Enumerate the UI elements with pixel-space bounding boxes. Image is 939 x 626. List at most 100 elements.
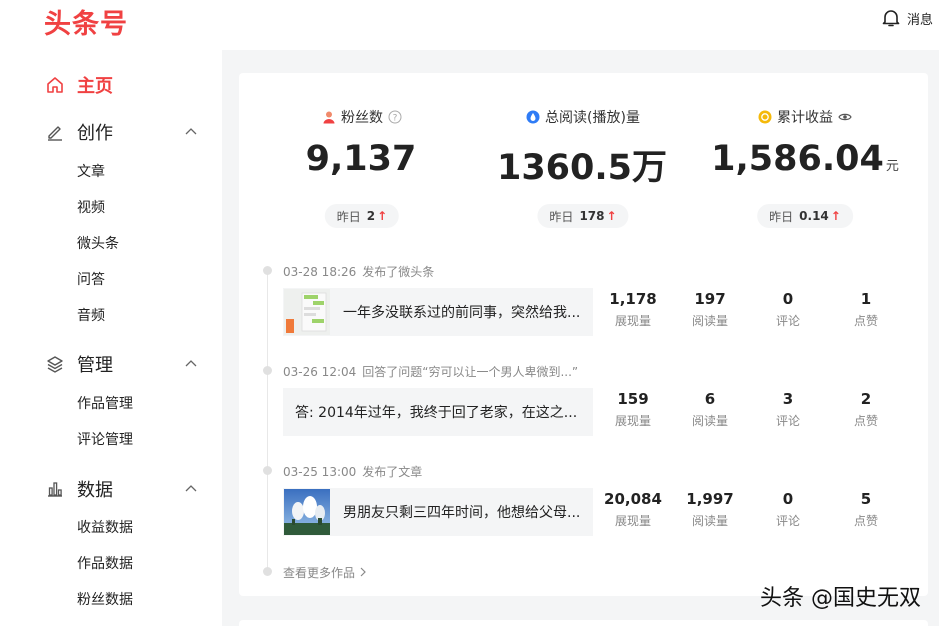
entry-action: 发布了文章 [362,465,423,479]
metric-likes: 2 点赞 [827,390,905,429]
nav-item-article[interactable]: 文章 [77,161,105,181]
stat-reads-label: 总阅读(播放)量 [545,110,640,126]
metric-value: 0 [782,490,794,508]
metric-value: 197 [694,290,726,308]
metric-reads: 197 阅读量 [671,290,749,329]
stat-income-value: 1,586.04 [711,139,884,179]
logo[interactable]: 头条号 [44,2,128,41]
messages-button[interactable]: 消息 [881,8,933,28]
metric-comments: 0 评论 [749,490,827,529]
entry-card[interactable]: 答: 2014年过年，我终于回了老家，在这之... [283,388,593,436]
arrow-up-icon: ↑ [606,209,617,223]
stat-reads-value: 1360.5万 [496,148,668,188]
entry-meta: 03-26 12:04 回答了问题“穷可以让一个男人卑微到...” [283,363,578,380]
nav-item-video[interactable]: 视频 [77,197,105,217]
nav-create[interactable]: 创作 [46,117,206,147]
bell-icon [882,10,900,27]
nav-item-works-manage[interactable]: 作品管理 [77,393,133,413]
help-icon[interactable]: ? [388,110,402,124]
stat-fans-yesterday: 昨日 2 ↑ [324,204,400,228]
nav-manage[interactable]: 管理 [46,349,206,379]
metric-impressions: 159 展现量 [594,390,672,429]
nav-item-works-data[interactable]: 作品数据 [77,553,133,573]
yesterday-value: 0.14 [799,209,829,223]
messages-label: 消息 [906,12,933,28]
metric-impressions: 1,178 展现量 [594,290,672,329]
metric-label: 阅读量 [691,314,728,328]
watermark: 头条 @国史无双 [760,586,921,611]
entry-action[interactable]: 回答了问题“穷可以让一个男人卑微到...” [362,365,578,379]
nav-item-fans-data[interactable]: 粉丝数据 [77,589,133,609]
top-bar: 头条号 消息 [0,0,939,50]
stat-income-yesterday: 昨日 0.14 ↑ [757,204,853,228]
metric-likes: 1 点赞 [827,290,905,329]
entry-card[interactable]: 一年多没联系过的前同事，突然给我... [283,288,593,336]
chevron-right-icon [360,567,366,577]
metric-value: 3 [782,390,794,408]
metric-value: 0 [782,290,794,308]
nav-home-label: 主页 [77,76,113,97]
stat-fans-label: 粉丝数 [341,110,383,126]
entry-thumbnail [284,489,330,535]
metric-value: 6 [704,390,716,408]
entry-time: 03-26 12:04 [283,365,357,379]
nav-home[interactable]: 主页 [46,70,206,100]
yesterday-value: 178 [579,209,605,223]
timeline-dot [263,567,272,576]
yesterday-label: 昨日 [336,209,361,224]
nav-data[interactable]: 数据 [46,474,206,504]
view-more-label: 查看更多作品 [283,566,356,580]
nav-item-qa[interactable]: 问答 [77,269,105,289]
metric-label: 评论 [775,314,800,328]
metric-value: 5 [860,490,872,508]
metric-reads: 1,997 阅读量 [671,490,749,529]
timeline-dot [263,466,272,475]
stat-reads-yesterday: 昨日 178 ↑ [537,204,629,228]
entry-thumbnail [284,289,330,335]
svg-text:?: ? [393,114,398,124]
metric-label: 展现量 [614,414,651,428]
entry-title: 一年多没联系过的前同事，突然给我... [343,305,581,321]
yesterday-label: 昨日 [549,209,574,224]
nav-item-audio[interactable]: 音频 [77,305,105,325]
arrow-up-icon: ↑ [830,209,841,223]
metric-label: 阅读量 [691,414,728,428]
timeline-line [267,268,268,573]
chevron-up-icon[interactable] [184,357,198,371]
nav-item-micro-post[interactable]: 微头条 [77,233,119,253]
user-icon [322,110,336,124]
drop-icon [526,110,540,124]
metric-label: 阅读量 [691,514,728,528]
metric-label: 评论 [775,514,800,528]
secondary-card [239,620,928,626]
nav-item-comment-manage[interactable]: 评论管理 [77,429,133,449]
metric-comments: 3 评论 [749,390,827,429]
stat-fans-value: 9,137 [305,139,417,179]
entry-time: 03-25 13:00 [283,465,357,479]
metric-value: 1 [860,290,872,308]
yesterday-value: 2 [366,209,376,223]
metric-value: 159 [617,390,649,408]
stat-income-label: 累计收益 [777,110,833,126]
entry-card[interactable]: 男朋友只剩三四年时间，他想给父母... [283,488,593,536]
nav-item-income-data[interactable]: 收益数据 [77,517,133,537]
metric-label: 展现量 [614,314,651,328]
bar-chart-icon [46,480,64,498]
metric-likes: 5 点赞 [827,490,905,529]
home-icon [46,76,64,94]
metric-impressions: 20,084 展现量 [594,490,672,529]
chevron-up-icon[interactable] [184,482,198,496]
entry-title: 男朋友只剩三四年时间，他想给父母... [343,505,581,521]
overview-card: 粉丝数 ? 9,137 昨日 2 ↑ 总阅读(播放)量 1360.5万 昨日 1… [239,73,928,596]
metric-value: 2 [860,390,872,408]
entry-action: 发布了微头条 [362,265,435,279]
view-more-link[interactable]: 查看更多作品 [283,564,367,581]
stat-income-unit: 元 [885,159,899,174]
eye-icon[interactable] [838,110,852,124]
chevron-up-icon[interactable] [184,125,198,139]
metric-label: 点赞 [853,514,878,528]
metric-value: 20,084 [604,490,662,508]
sidebar: 主页 创作 文章 视频 微头条 问答 音频 管理 作品管理 评论管理 数据 收益… [0,50,222,626]
metric-value: 1,178 [609,290,657,308]
metric-reads: 6 阅读量 [671,390,749,429]
